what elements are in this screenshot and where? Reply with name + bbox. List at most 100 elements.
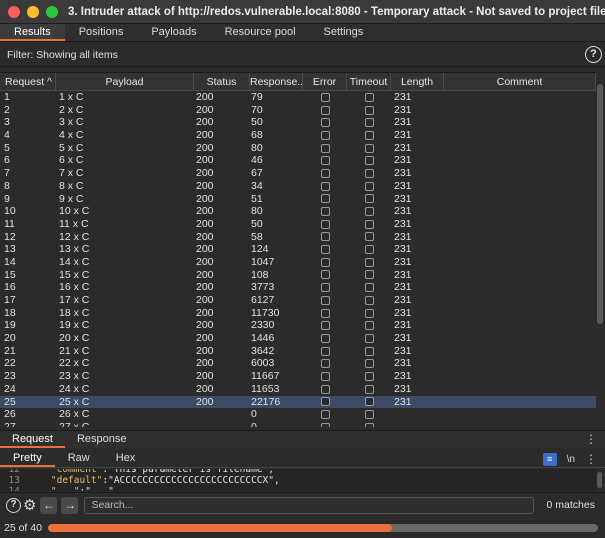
gear-icon[interactable]: ⚙ xyxy=(23,496,36,514)
editor-scrollbar[interactable] xyxy=(597,472,602,488)
error-checkbox[interactable] xyxy=(320,333,330,343)
error-checkbox[interactable] xyxy=(320,321,330,331)
timeout-checkbox[interactable] xyxy=(364,168,374,178)
table-row[interactable]: 2 2 x C 200 70 231 xyxy=(0,104,596,117)
cell-comment[interactable] xyxy=(444,180,596,193)
error-checkbox[interactable] xyxy=(320,118,330,128)
error-checkbox[interactable] xyxy=(320,422,330,427)
cell-comment[interactable] xyxy=(444,357,596,370)
table-row[interactable]: 23 23 x C 200 11667 231 xyxy=(0,370,596,383)
table-row[interactable]: 15 15 x C 200 108 231 xyxy=(0,269,596,282)
table-row[interactable]: 25 25 x C 200 22176 231 xyxy=(0,395,596,409)
cell-comment[interactable] xyxy=(444,91,596,104)
timeout-checkbox[interactable] xyxy=(364,181,374,191)
error-checkbox[interactable] xyxy=(320,257,330,267)
cell-comment[interactable] xyxy=(444,269,596,282)
error-checkbox[interactable] xyxy=(320,194,330,204)
timeout-checkbox[interactable] xyxy=(364,283,374,293)
table-row[interactable]: 20 20 x C 200 1446 231 xyxy=(0,332,596,345)
cell-comment[interactable] xyxy=(444,205,596,218)
cell-comment[interactable] xyxy=(444,218,596,231)
table-row[interactable]: 27 27 x C 0 xyxy=(0,421,596,427)
timeout-checkbox[interactable] xyxy=(364,321,374,331)
col-request-header[interactable]: Request ^ xyxy=(0,73,56,90)
tab-resource-pool[interactable]: Resource pool xyxy=(211,24,310,41)
timeout-checkbox[interactable] xyxy=(364,207,374,217)
col-length-header[interactable]: Length xyxy=(391,73,444,90)
table-row[interactable]: 5 5 x C 200 80 231 xyxy=(0,142,596,155)
cell-comment[interactable] xyxy=(444,332,596,345)
timeout-checkbox[interactable] xyxy=(364,308,374,318)
table-scrollbar[interactable] xyxy=(597,84,603,324)
error-checkbox[interactable] xyxy=(320,371,330,381)
timeout-checkbox[interactable] xyxy=(364,257,374,267)
timeout-checkbox[interactable] xyxy=(364,384,374,394)
timeout-checkbox[interactable] xyxy=(364,219,374,229)
error-checkbox[interactable] xyxy=(320,245,330,255)
cell-comment[interactable] xyxy=(444,142,596,155)
timeout-checkbox[interactable] xyxy=(364,130,374,140)
next-match-button[interactable]: → xyxy=(61,496,79,514)
error-checkbox[interactable] xyxy=(320,359,330,369)
tab-positions[interactable]: Positions xyxy=(65,24,138,41)
table-row[interactable]: 9 9 x C 200 51 231 xyxy=(0,193,596,206)
table-row[interactable]: 7 7 x C 200 67 231 xyxy=(0,167,596,180)
table-row[interactable]: 13 13 x C 200 124 231 xyxy=(0,243,596,256)
error-checkbox[interactable] xyxy=(320,295,330,305)
error-checkbox[interactable] xyxy=(320,283,330,293)
table-row[interactable]: 18 18 x C 200 11730 231 xyxy=(0,307,596,320)
timeout-checkbox[interactable] xyxy=(364,371,374,381)
cell-comment[interactable] xyxy=(444,231,596,244)
wrap-lines-icon[interactable]: ≡ xyxy=(542,452,557,466)
filter-text[interactable]: Filter: Showing all items xyxy=(7,49,118,61)
cell-comment[interactable] xyxy=(444,281,596,294)
cell-comment[interactable] xyxy=(444,154,596,167)
col-error-header[interactable]: Error xyxy=(303,73,347,90)
timeout-checkbox[interactable] xyxy=(364,346,374,356)
timeout-checkbox[interactable] xyxy=(364,156,374,166)
cell-comment[interactable] xyxy=(444,408,596,421)
table-row[interactable]: 8 8 x C 200 34 231 xyxy=(0,180,596,193)
filter-bar[interactable]: Filter: Showing all items ? xyxy=(0,43,605,67)
cell-comment[interactable] xyxy=(444,116,596,129)
error-checkbox[interactable] xyxy=(320,410,330,420)
col-comment-header[interactable]: Comment xyxy=(444,73,596,90)
cell-comment[interactable] xyxy=(444,167,596,180)
error-checkbox[interactable] xyxy=(320,232,330,242)
previous-match-button[interactable]: ← xyxy=(40,496,58,514)
cell-comment[interactable] xyxy=(444,129,596,142)
timeout-checkbox[interactable] xyxy=(364,422,374,427)
maximize-window-button[interactable] xyxy=(46,5,58,18)
error-checkbox[interactable] xyxy=(320,308,330,318)
cell-comment[interactable] xyxy=(444,243,596,256)
cell-comment[interactable] xyxy=(444,104,596,117)
error-checkbox[interactable] xyxy=(320,397,330,407)
table-row[interactable]: 1 1 x C 200 79 231 xyxy=(0,91,596,104)
cell-comment[interactable] xyxy=(444,396,596,409)
cell-comment[interactable] xyxy=(444,307,596,320)
table-row[interactable]: 14 14 x C 200 1047 231 xyxy=(0,256,596,269)
cell-comment[interactable] xyxy=(444,383,596,396)
timeout-checkbox[interactable] xyxy=(364,333,374,343)
cell-comment[interactable] xyxy=(444,193,596,206)
tab-settings[interactable]: Settings xyxy=(310,24,378,41)
view-tab-raw[interactable]: Raw xyxy=(55,450,103,467)
table-row[interactable]: 10 10 x C 200 80 231 xyxy=(0,205,596,218)
error-checkbox[interactable] xyxy=(320,219,330,229)
error-checkbox[interactable] xyxy=(320,270,330,280)
timeout-checkbox[interactable] xyxy=(364,194,374,204)
cell-comment[interactable] xyxy=(444,421,596,427)
error-checkbox[interactable] xyxy=(320,92,330,102)
show-newlines-button[interactable]: \n xyxy=(567,454,575,465)
tab-response[interactable]: Response xyxy=(65,431,139,448)
search-input[interactable] xyxy=(84,496,535,514)
table-row[interactable]: 24 24 x C 200 11653 231 xyxy=(0,383,596,396)
error-checkbox[interactable] xyxy=(320,384,330,394)
cell-comment[interactable] xyxy=(444,319,596,332)
timeout-checkbox[interactable] xyxy=(364,270,374,280)
table-row[interactable]: 19 19 x C 200 2330 231 xyxy=(0,319,596,332)
table-row[interactable]: 11 11 x C 200 50 231 xyxy=(0,218,596,231)
close-window-button[interactable] xyxy=(8,5,20,18)
table-row[interactable]: 21 21 x C 200 3642 231 xyxy=(0,345,596,358)
timeout-checkbox[interactable] xyxy=(364,295,374,305)
